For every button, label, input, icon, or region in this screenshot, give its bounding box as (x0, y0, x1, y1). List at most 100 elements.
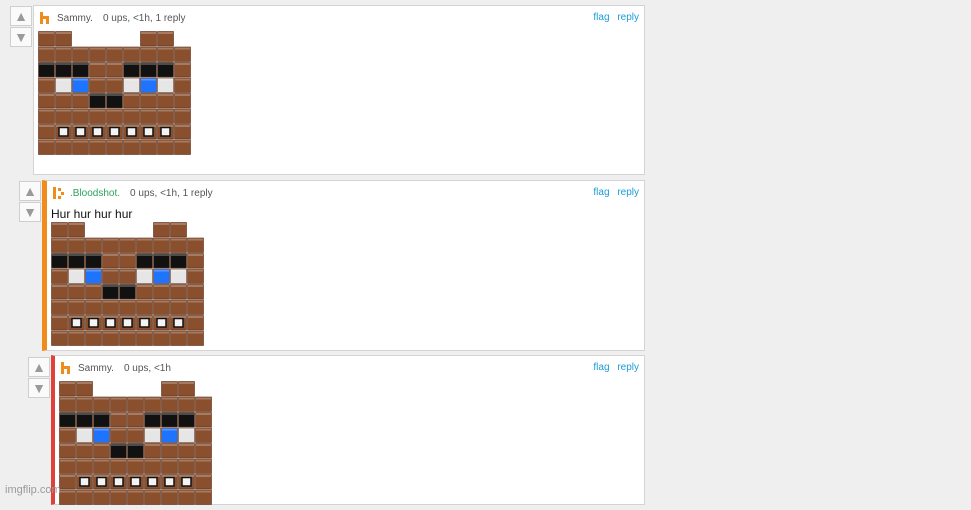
tooth-block (143, 126, 154, 137)
pixel-highlight (111, 459, 126, 462)
pixel-highlight (154, 238, 169, 241)
pixel-highlight (73, 140, 88, 143)
pixel-highlight (179, 459, 194, 462)
pixel-highlight (86, 316, 101, 318)
pixel-highlight (107, 78, 122, 81)
flag-link[interactable]: flag (593, 187, 609, 198)
user-avatar-icon[interactable] (39, 11, 53, 25)
pixel-highlight (175, 140, 190, 143)
tooth-block (130, 476, 141, 487)
pixel-highlight (103, 300, 118, 303)
pixel-highlight (158, 78, 173, 81)
pixel-highlight (52, 285, 67, 287)
pixel-highlight (90, 47, 105, 50)
pixel-highlight (175, 63, 190, 65)
flag-link[interactable]: flag (593, 12, 609, 23)
pixel-highlight (141, 94, 156, 96)
username-link[interactable]: .Bloodshot. (70, 188, 120, 199)
reply-link[interactable]: reply (617, 187, 639, 198)
pixel-highlight (111, 413, 126, 415)
pixel-highlight (94, 444, 109, 446)
pixel-highlight (145, 475, 160, 477)
reply-link[interactable]: reply (617, 12, 639, 23)
pixel-highlight (171, 269, 186, 272)
pixel-highlight (124, 78, 139, 81)
vote-controls: ▲ ▼ (10, 6, 34, 48)
tooth-block (173, 317, 184, 328)
pixel-highlight (124, 109, 139, 112)
pixel-highlight (60, 413, 75, 415)
pixel-highlight (162, 444, 177, 446)
pixel-highlight (107, 94, 122, 96)
username-link[interactable]: Sammy. (57, 13, 93, 24)
pixel-highlight (56, 63, 71, 65)
pixel-highlight (52, 331, 67, 334)
pixel-highlight (77, 397, 92, 400)
comment: .Bloodshot. 0 ups, <1h, 1 reply flag rep… (42, 180, 645, 351)
pixel-highlight (103, 331, 118, 334)
vote-controls: ▲ ▼ (28, 357, 52, 399)
pixel-highlight (196, 444, 211, 446)
vote-controls: ▲ ▼ (19, 181, 43, 223)
upvote-button[interactable]: ▲ (19, 181, 41, 201)
tooth-block (126, 126, 137, 137)
username-link[interactable]: Sammy. (78, 363, 114, 374)
pixel-highlight (141, 78, 156, 81)
pixel-highlight (52, 238, 67, 241)
downvote-button[interactable]: ▼ (28, 378, 50, 398)
pixel-art-image (51, 222, 204, 351)
pixel-highlight (128, 475, 143, 477)
pixel-highlight (94, 397, 109, 400)
pixel-highlight (158, 47, 173, 50)
pixel-highlight (69, 285, 84, 287)
pixel-highlight (39, 140, 54, 143)
pixel-art-svg (59, 381, 212, 505)
pixel-highlight (111, 444, 126, 446)
pixel-art-image (59, 381, 212, 510)
pixel-highlight (145, 444, 160, 446)
pixel-highlight (145, 490, 160, 493)
tooth-block (71, 317, 82, 328)
flag-link[interactable]: flag (593, 362, 609, 373)
pixel-highlight (77, 382, 92, 384)
upvote-button[interactable]: ▲ (28, 357, 50, 377)
pixel-highlight (56, 125, 71, 127)
pixel-highlight (39, 94, 54, 96)
pixel-highlight (179, 397, 194, 400)
pixel-highlight (154, 331, 169, 334)
pixel-highlight (179, 490, 194, 493)
pixel-highlight (158, 63, 173, 65)
pixel-highlight (179, 444, 194, 446)
user-avatar-icon[interactable] (60, 361, 74, 375)
tooth-block (58, 126, 69, 137)
pixel-highlight (162, 475, 177, 477)
pixel-highlight (162, 459, 177, 462)
pixel-highlight (120, 269, 135, 272)
downvote-button[interactable]: ▼ (10, 27, 32, 47)
pixel-highlight (94, 413, 109, 415)
pixel-highlight (162, 428, 177, 431)
pixel-highlight (137, 331, 152, 334)
pixel-highlight (124, 47, 139, 50)
upvote-button[interactable]: ▲ (10, 6, 32, 26)
pixel-highlight (154, 223, 169, 225)
pixel-highlight (52, 316, 67, 318)
comment-actions: flag reply (588, 12, 639, 23)
pixel-highlight (145, 428, 160, 431)
tooth-block (92, 126, 103, 137)
downvote-button[interactable]: ▼ (19, 202, 41, 222)
pixel-highlight (73, 47, 88, 50)
user-avatar-icon[interactable] (52, 186, 66, 200)
pixel-highlight (145, 397, 160, 400)
pixel-highlight (69, 331, 84, 334)
comment-actions: flag reply (588, 362, 639, 373)
pixel-highlight (124, 94, 139, 96)
pixel-highlight (90, 109, 105, 112)
tooth-block (147, 476, 158, 487)
pixel-highlight (56, 94, 71, 96)
reply-link[interactable]: reply (617, 362, 639, 373)
pixel-art-svg (51, 222, 204, 346)
pixel-highlight (196, 475, 211, 477)
pixel-highlight (158, 32, 173, 34)
up-arrow-icon: ▲ (32, 359, 46, 375)
